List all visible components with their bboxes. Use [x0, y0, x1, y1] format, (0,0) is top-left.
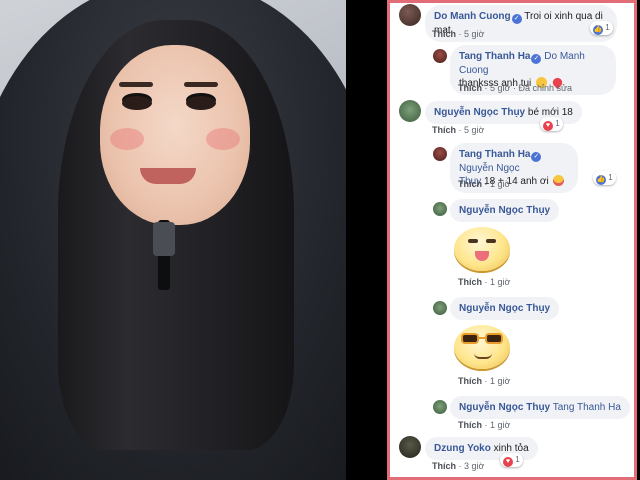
comment-meta: Thích · 1 giờ [458, 420, 510, 430]
avatar[interactable] [399, 4, 421, 26]
like-link[interactable]: Thích [458, 376, 482, 386]
comment-time[interactable]: 1 giờ [490, 277, 510, 287]
avatar[interactable] [433, 147, 447, 161]
left-eye [122, 96, 152, 110]
like-link[interactable]: Thích [458, 277, 482, 287]
left-brow [119, 82, 153, 87]
sunglasses-face-sticker[interactable] [454, 325, 510, 369]
meta-separator: · [458, 125, 462, 135]
left-cheek [110, 128, 144, 150]
comment-meta: Thích · 1 giờ [458, 376, 510, 386]
comment-time[interactable]: 1 giờ [490, 420, 510, 430]
comment-time[interactable]: 1 giờ [490, 376, 510, 386]
avatar[interactable] [399, 100, 421, 122]
reaction-count[interactable]: ♥ 1 [500, 453, 523, 467]
love-reaction-icon: ♥ [503, 457, 513, 467]
meta-separator: · [484, 179, 488, 189]
right-brow [184, 82, 218, 87]
comment-author[interactable]: Nguyễn Ngọc Thụy [459, 402, 550, 413]
comment-time[interactable]: 3 giờ [464, 461, 484, 471]
avatar[interactable] [433, 301, 447, 315]
sticker-eye [486, 239, 496, 243]
sticker-glass-lens [461, 333, 479, 344]
like-link[interactable]: Thích [458, 83, 482, 93]
verified-badge-icon: ✓ [511, 14, 522, 24]
meta-separator: · [484, 420, 488, 430]
comment-meta: Thích · 1 giờ [458, 277, 510, 287]
mention-link[interactable]: Tang Thanh Ha [553, 402, 621, 413]
avatar[interactable] [433, 400, 447, 414]
sticker-eye [468, 239, 478, 243]
smile [140, 168, 196, 184]
comment-author[interactable]: Tang Thanh Ha [459, 51, 530, 62]
avatar[interactable] [399, 436, 421, 458]
love-reaction-icon: ♥ [543, 121, 553, 131]
reaction-number: 1 [555, 119, 560, 128]
comment-author[interactable]: Do Manh Cuong [434, 11, 511, 22]
comment-time[interactable]: 5 giờ [490, 83, 510, 93]
like-link[interactable]: Thích [432, 29, 456, 39]
comment-bubble: Nguyễn Ngọc Thụy [450, 199, 560, 222]
verified-badge-icon: ✓ [531, 54, 542, 64]
tongue-face-sticker[interactable] [454, 227, 510, 271]
comment-time[interactable]: 5 giờ [464, 29, 484, 39]
sticker-glass-lens [485, 333, 503, 344]
sticker-glass-bridge [478, 337, 486, 339]
comment-meta: Thích · 3 giờ [432, 461, 484, 471]
like-reaction-icon: 👍 [596, 175, 606, 185]
reaction-count[interactable]: ♥ 1 [540, 117, 563, 131]
laughing-emoji-icon [553, 175, 565, 186]
like-link[interactable]: Thích [432, 125, 456, 135]
meta-separator: · [484, 376, 488, 386]
comment-author[interactable]: Nguyễn Ngọc Thụy [459, 205, 550, 216]
meta-separator: · [458, 461, 462, 471]
comment-bubble: Nguyễn Ngọc Thụy Tang Thanh Ha [450, 396, 630, 419]
like-link[interactable]: Thích [458, 420, 482, 430]
edited-label[interactable]: Đã chỉnh sửa [518, 83, 572, 93]
comments-panel: Do Manh Cuong ✓ Troi oi xinh qua di mat T… [387, 0, 637, 480]
meta-separator: · [484, 83, 488, 93]
reaction-number: 1 [608, 173, 613, 182]
right-cheek [206, 128, 240, 150]
comment-time[interactable]: 5 giờ [464, 125, 484, 135]
mention-link[interactable]: Nguyễn Ngọc [459, 163, 520, 174]
comment-author[interactable]: Tang Thanh Ha [459, 149, 530, 160]
zipper-pull [153, 222, 175, 256]
right-eye [186, 96, 216, 110]
reaction-count[interactable]: 👍 1 [590, 21, 613, 35]
sticker-tongue [475, 251, 489, 261]
like-link[interactable]: Thích [458, 179, 482, 189]
reaction-number: 1 [605, 23, 610, 32]
comment-meta: Thích · 1 giờ [458, 179, 510, 189]
reaction-count[interactable]: 👍 1 [593, 171, 616, 185]
comment-author[interactable]: Nguyễn Ngọc Thụy [434, 107, 525, 118]
avatar[interactable] [433, 49, 447, 63]
comment-meta: Thích · 5 giờ · Đã chỉnh sửa [458, 83, 572, 93]
comment-bubble: Nguyễn Ngọc Thụy [450, 297, 560, 320]
comment-meta: Thích · 5 giờ [432, 29, 484, 39]
selfie-photo [0, 0, 346, 480]
meta-separator: · [484, 277, 488, 287]
reaction-number: 1 [515, 455, 520, 464]
like-link[interactable]: Thích [432, 461, 456, 471]
comment-time[interactable]: 1 giờ [490, 179, 510, 189]
comment-author[interactable]: Nguyễn Ngọc Thụy [459, 303, 550, 314]
like-reaction-icon: 👍 [593, 25, 603, 35]
comment-meta: Thích · 5 giờ [432, 125, 484, 135]
comment-author[interactable]: Dzung Yoko [434, 443, 491, 454]
sticker-smirk [474, 353, 492, 359]
avatar[interactable] [433, 202, 447, 216]
verified-badge-icon: ✓ [531, 152, 542, 162]
meta-separator: · [458, 29, 462, 39]
meta-separator: · [512, 83, 516, 93]
